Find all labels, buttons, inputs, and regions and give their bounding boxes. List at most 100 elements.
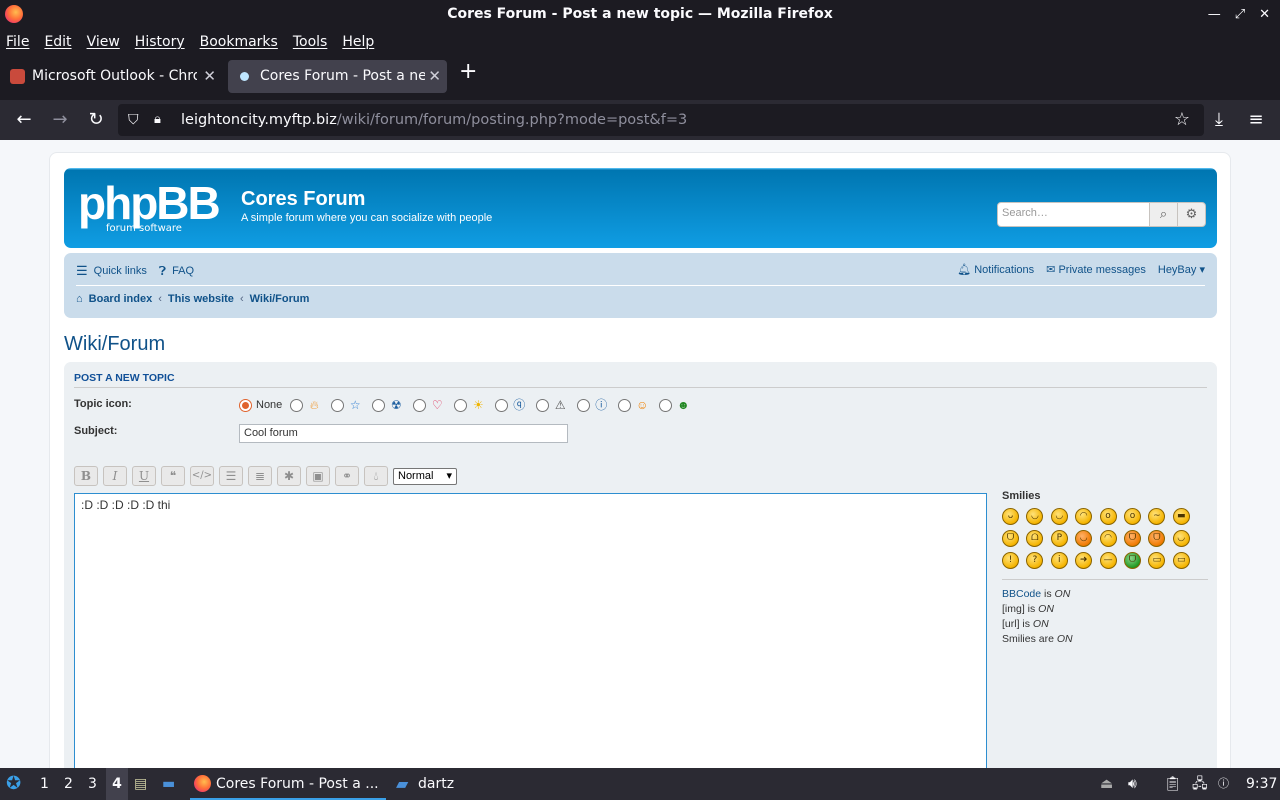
topic-icon-radio[interactable] (413, 398, 427, 412)
smiley-wink-icon[interactable]: ◡ (1050, 508, 1068, 525)
back-button[interactable]: ← (12, 108, 36, 132)
image-button[interactable]: ▣ (306, 466, 330, 486)
workspace-4[interactable]: 4 (106, 768, 128, 800)
notification-icon[interactable]: ⓘ (1218, 768, 1229, 800)
bold-button[interactable]: B (74, 466, 98, 486)
search-button[interactable]: ⌕ (1149, 202, 1178, 227)
underline-button[interactable]: U (132, 466, 156, 486)
smiley-smile-icon[interactable]: ◡ (1026, 508, 1044, 525)
reload-button[interactable]: ↻ (84, 108, 108, 132)
maximize-icon[interactable]: ⤢ (1235, 0, 1245, 29)
smiley-surprised-icon[interactable]: o (1099, 508, 1117, 525)
start-menu-icon[interactable]: ✪ (6, 768, 21, 800)
lock-icon[interactable]: 🔒︎ (154, 104, 161, 136)
smiley-idea-icon[interactable]: i (1050, 552, 1068, 569)
forward-button[interactable]: → (48, 108, 72, 132)
minimize-icon[interactable]: — (1208, 0, 1221, 29)
smiley-mad-icon[interactable]: ᗝ (1026, 530, 1044, 547)
menu-help[interactable]: Help (342, 34, 374, 50)
link-button[interactable]: ⚭ (335, 466, 359, 486)
quick-links-link[interactable]: Quick links (94, 265, 147, 277)
downloads-button[interactable]: ⤓ (1207, 108, 1231, 132)
app-menu-button[interactable]: ≡ (1244, 108, 1268, 132)
topic-icon-radio[interactable] (577, 398, 591, 412)
workspace-3[interactable]: 3 (88, 768, 97, 800)
smiley-cool-icon[interactable]: ▬ (1172, 508, 1190, 525)
smiley-exclaim-icon[interactable]: ! (1002, 552, 1019, 569)
smiley-shocked-icon[interactable]: o (1123, 508, 1141, 525)
smiley-embarrassed-icon[interactable]: ◡ (1075, 530, 1093, 547)
menu-edit[interactable]: Edit (44, 34, 71, 50)
user-menu[interactable]: HeyBay ▾ (1158, 263, 1205, 276)
smiley-confused-icon[interactable]: ~ (1148, 508, 1166, 525)
numbered-list-button[interactable]: ≣ (248, 466, 272, 486)
color-button[interactable]: 💧︎ (364, 466, 388, 486)
italic-button[interactable]: I (103, 466, 127, 486)
smiley-twisted-icon[interactable]: ᗜ (1148, 530, 1166, 547)
smiley-very-happy-icon[interactable]: ᴗ (1002, 508, 1019, 525)
smiley-razz-icon[interactable]: P (1050, 530, 1068, 547)
menu-tools[interactable]: Tools (293, 34, 328, 50)
bookmark-star-icon[interactable]: ☆ (1174, 104, 1190, 136)
close-icon[interactable]: ✕ (1259, 0, 1270, 29)
smiley-roll-eyes-icon[interactable]: ◡ (1172, 530, 1190, 547)
taskbar-firefox-window[interactable]: Cores Forum - Post a ... (190, 768, 386, 800)
private-messages-link[interactable]: ✉ Private messages (1046, 263, 1146, 276)
menu-file[interactable]: File (6, 34, 29, 50)
menu-view[interactable]: View (87, 34, 120, 50)
faq-link[interactable]: FAQ (172, 265, 194, 277)
smiley-arrow-icon[interactable]: ➜ (1075, 552, 1093, 569)
topic-icon-radio-none[interactable] (239, 398, 252, 412)
topic-icon-radio[interactable] (372, 398, 386, 412)
shield-icon[interactable]: ⛉ (128, 104, 139, 136)
smiley-geek-icon[interactable]: ▭ (1148, 552, 1166, 569)
new-tab-button[interactable]: + (459, 60, 477, 84)
topic-icon-radio[interactable] (495, 398, 509, 412)
workspace-1[interactable]: 1 (40, 768, 49, 800)
topic-icon-radio[interactable] (659, 398, 673, 412)
volume-icon[interactable]: 🔊︎ (1128, 768, 1137, 800)
taskbar-folder-window[interactable]: ▰ dartz (394, 768, 454, 800)
menu-history[interactable]: History (135, 34, 185, 50)
smiley-laughing-icon[interactable]: ᗜ (1002, 530, 1019, 547)
smiley-evil-icon[interactable]: ᗜ (1123, 530, 1141, 547)
network-icon[interactable]: 🖧 (1192, 768, 1208, 800)
breadcrumb-this-website[interactable]: This website (168, 293, 234, 305)
list-item-button[interactable]: ✱ (277, 466, 301, 486)
smiley-ugeek-icon[interactable]: ▭ (1172, 552, 1190, 569)
workspace-2[interactable]: 2 (64, 768, 73, 800)
code-button[interactable]: </> (190, 466, 214, 486)
topic-icon-radio[interactable] (331, 398, 345, 412)
subject-field[interactable]: Cool forum (239, 424, 568, 443)
tab-outlook[interactable]: Microsoft Outlook - Chrome ✕ (0, 60, 222, 93)
page-title[interactable]: Wiki/Forum (64, 333, 165, 356)
bbcode-link[interactable]: BBCode (1002, 588, 1041, 600)
quote-button[interactable]: ❝ (161, 466, 185, 486)
smiley-neutral-icon[interactable]: — (1099, 552, 1117, 569)
topic-icon-radio[interactable] (290, 398, 304, 412)
smiley-sad-icon[interactable]: ◠ (1075, 508, 1093, 525)
eject-icon[interactable]: ⏏ (1100, 768, 1113, 800)
topic-icon-radio[interactable] (536, 398, 550, 412)
topic-icon-radio[interactable] (618, 398, 632, 412)
advanced-search-button[interactable]: ⚙ (1177, 202, 1206, 227)
topic-icon-radio[interactable] (454, 398, 468, 412)
desktop-icon[interactable]: ▬ (162, 768, 175, 800)
file-manager-icon[interactable]: ▤ (134, 768, 147, 800)
tab-cores-forum[interactable]: Cores Forum - Post a new topic ✕ (228, 60, 447, 93)
smiley-question-icon[interactable]: ? (1026, 552, 1044, 569)
smiley-cry-icon[interactable]: ◠ (1099, 530, 1117, 547)
clipboard-icon[interactable]: 📋︎ (1164, 768, 1182, 800)
tab-close-icon[interactable]: ✕ (203, 60, 216, 93)
url-bar[interactable]: ⛉ 🔒︎ leightoncity.myftp.biz/wiki/forum/f… (118, 104, 1204, 136)
search-input[interactable]: Search… (997, 202, 1150, 227)
breadcrumb-wiki-forum[interactable]: Wiki/Forum (250, 293, 310, 305)
notifications-link[interactable]: 🔔︎ Notifications (957, 263, 1034, 276)
message-textarea[interactable]: :D :D :D :D :D thi (74, 493, 987, 768)
clock[interactable]: 9:37 (1246, 768, 1277, 800)
tab-close-icon[interactable]: ✕ (428, 60, 441, 93)
font-size-select[interactable]: Normal (393, 467, 457, 485)
breadcrumb-board-index[interactable]: Board index (89, 293, 153, 305)
menu-bookmarks[interactable]: Bookmarks (200, 34, 278, 50)
list-button[interactable]: ☰ (219, 466, 243, 486)
